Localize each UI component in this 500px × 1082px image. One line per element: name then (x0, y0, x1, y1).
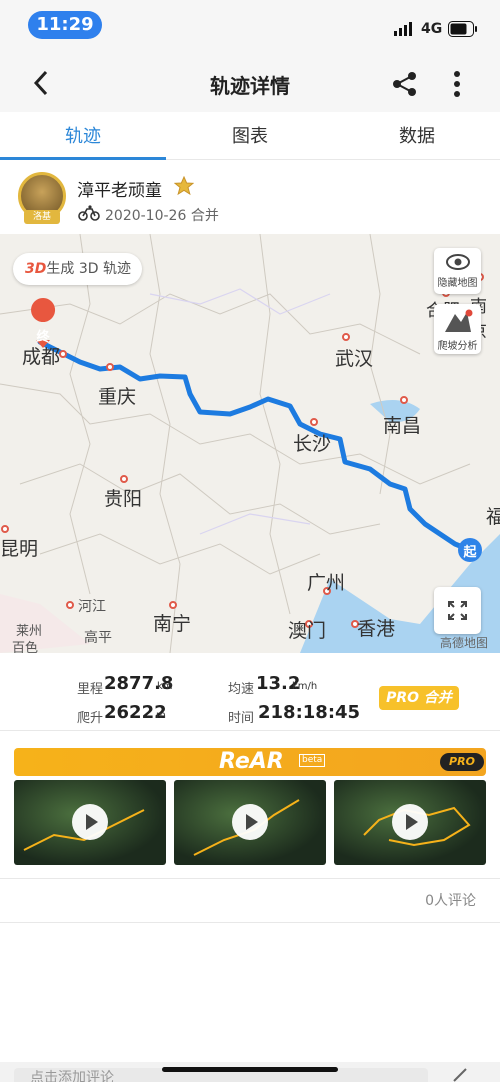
pro-merge-button[interactable]: PRO 合并 (379, 686, 459, 710)
tab-active-indicator (0, 157, 166, 160)
city-label: 河江 (78, 599, 106, 615)
battery-icon (448, 21, 477, 37)
status-time: 11:29 (28, 11, 102, 39)
rear-video-thumbnail[interactable] (14, 780, 166, 865)
activity-date: 2020-10-26 合并 (105, 205, 219, 225)
distance-label: 里程 (77, 682, 104, 697)
avatar-tag: 洛基 (24, 210, 60, 224)
home-indicator (162, 1067, 338, 1072)
play-icon[interactable] (232, 804, 268, 840)
eye-icon (445, 254, 470, 270)
star-badge-icon (174, 176, 194, 196)
merge-note: 合并 (190, 208, 219, 224)
distance-unit: km (157, 681, 173, 692)
city-label: 长沙 (293, 433, 332, 455)
city-label: 澳门 (288, 620, 327, 642)
generate-3d-button[interactable]: 3D生成 3D 轨迹 (13, 253, 142, 285)
climb-stat-label: 爬升 (77, 711, 104, 726)
signal-icon (394, 22, 412, 36)
divider (0, 922, 500, 923)
city-label: 广州 (307, 572, 346, 594)
btn-3d-prefix: 3D (25, 261, 47, 277)
city-label: 贵阳 (104, 488, 143, 510)
map-base (0, 234, 500, 653)
hide-map-label: 隐藏地图 (437, 278, 478, 289)
city-label: 成都 (22, 346, 61, 368)
tab-data[interactable]: 数据 (334, 122, 500, 148)
status-bar: 11:29 4G (0, 0, 500, 52)
divider (0, 730, 500, 731)
climb-analysis-button[interactable]: 爬坡分析 (434, 304, 481, 354)
city-label: 百色 (12, 641, 39, 653)
page-title: 轨迹详情 (210, 74, 290, 98)
end-marker: 终 (36, 330, 50, 345)
tab-track[interactable]: 轨迹 (0, 122, 166, 148)
network-label: 4G (421, 21, 443, 37)
nav-bar: 轨迹详情 (0, 52, 500, 112)
city-label: 昆明 (0, 538, 39, 560)
rear-beta-badge: beta (299, 754, 326, 767)
city-label: 南宁 (153, 613, 192, 635)
play-icon[interactable] (392, 804, 428, 840)
climb-icon (444, 309, 472, 332)
climb-unit: m (156, 710, 166, 721)
tab-bar: 轨迹 图表 数据 (0, 112, 500, 160)
comment-count: 0人评论 (425, 893, 476, 909)
avg-speed-unit: km/h (292, 681, 318, 692)
rear-banner[interactable]: ReAR beta PRO (14, 748, 486, 776)
date-text: 2020-10-26 (105, 208, 187, 224)
share-icon[interactable] (392, 71, 418, 97)
city-label: 福 (486, 506, 500, 528)
city-label: 高平 (84, 630, 112, 646)
city-label: 武汉 (335, 348, 374, 370)
city-label: 南昌 (383, 415, 422, 437)
route-map[interactable]: 成都 重庆 武汉 长沙 南昌 贵阳 昆明 广州 南宁 澳门 香港 合肥 南京 福… (0, 234, 500, 653)
duration-value: 218:18:45 (258, 702, 361, 723)
username[interactable]: 漳平老顽童 (77, 176, 162, 201)
start-marker: 起 (463, 545, 477, 560)
city-label: 香港 (357, 618, 396, 640)
hide-map-button[interactable]: 隐藏地图 (434, 248, 481, 294)
edit-icon[interactable] (452, 1068, 468, 1082)
btn-3d-label: 生成 3D 轨迹 (46, 261, 131, 277)
divider (0, 878, 500, 879)
climb-label: 爬坡分析 (437, 341, 478, 352)
avg-speed-label: 均速 (228, 682, 255, 697)
rear-pro-badge: PRO (440, 753, 484, 771)
more-icon[interactable] (452, 71, 462, 97)
tab-chart[interactable]: 图表 (167, 122, 333, 148)
city-label: 重庆 (98, 386, 137, 408)
play-icon[interactable] (72, 804, 108, 840)
duration-label: 时间 (228, 711, 255, 726)
bike-icon (78, 205, 100, 221)
map-attribution: 高德地图 (440, 636, 489, 650)
rear-title: ReAR (219, 749, 284, 774)
fullscreen-button[interactable] (434, 587, 481, 634)
fullscreen-icon (448, 601, 467, 620)
rear-video-thumbnail[interactable] (174, 780, 326, 865)
rear-video-thumbnail[interactable] (334, 780, 486, 865)
